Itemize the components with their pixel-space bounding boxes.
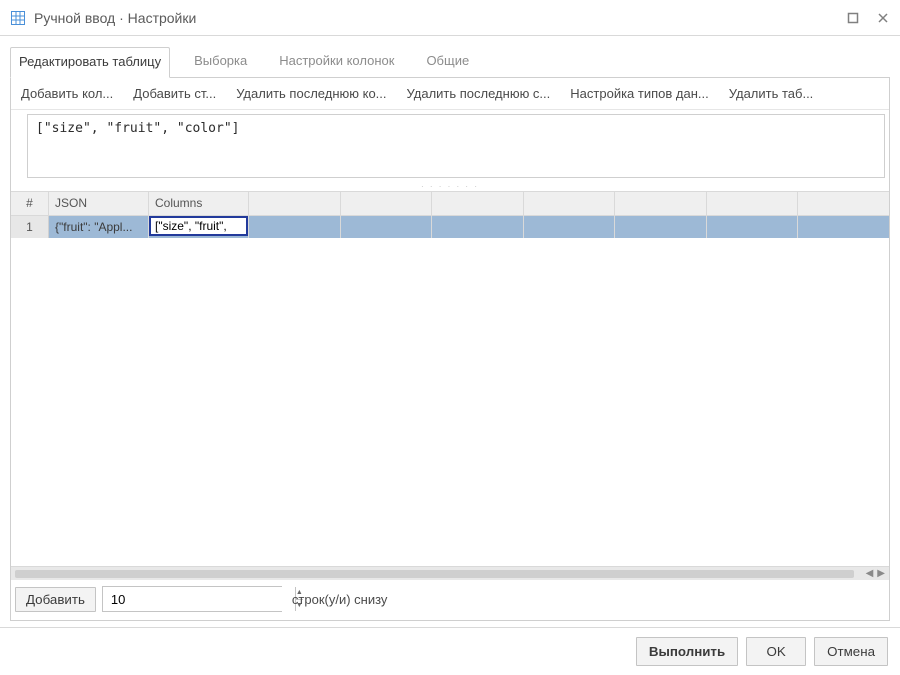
header-columns[interactable]: Columns	[149, 192, 249, 215]
delete-table-action[interactable]: Удалить таб...	[729, 86, 814, 101]
ok-button[interactable]: OK	[746, 637, 806, 666]
cell-empty[interactable]	[249, 216, 341, 238]
titlebar: Ручной ввод · Настройки	[0, 0, 900, 36]
scroll-left-icon[interactable]: ◀	[866, 568, 874, 579]
close-icon[interactable]	[874, 9, 892, 27]
header-empty[interactable]	[798, 192, 889, 215]
actionbar: Добавить кол... Добавить ст... Удалить п…	[11, 78, 889, 110]
header-empty[interactable]	[707, 192, 799, 215]
cell-json[interactable]: {"fruit": "Appl...	[49, 216, 149, 238]
cell-columns[interactable]	[149, 216, 249, 238]
json-editor[interactable]	[27, 114, 885, 178]
window-title: Ручной ввод · Настройки	[34, 10, 844, 26]
delete-last-column-action[interactable]: Удалить последнюю ко...	[236, 86, 386, 101]
scrollbar-thumb[interactable]	[15, 570, 854, 578]
header-extra-columns	[249, 192, 889, 215]
row-count-stepper[interactable]: ▲ ▼	[102, 586, 282, 612]
row-index: 1	[11, 216, 49, 238]
add-rows-button[interactable]: Добавить	[15, 587, 96, 612]
header-index[interactable]: #	[11, 192, 49, 215]
scroll-right-icon[interactable]: ▶	[877, 568, 885, 579]
cell-empty[interactable]	[707, 216, 799, 238]
add-rows-bar: Добавить ▲ ▼ строк(у/и) снизу	[11, 580, 889, 620]
tab-selection[interactable]: Выборка	[186, 47, 255, 78]
delete-last-row-action[interactable]: Удалить последнюю с...	[407, 86, 551, 101]
cancel-button[interactable]: Отмена	[814, 637, 888, 666]
tabbar: Редактировать таблицу Выборка Настройки …	[0, 36, 900, 77]
tab-general[interactable]: Общие	[418, 47, 477, 78]
table-row[interactable]: 1 {"fruit": "Appl...	[11, 216, 889, 238]
header-empty[interactable]	[341, 192, 433, 215]
row-extra-cells	[249, 216, 889, 238]
grid-body: 1 {"fruit": "Appl...	[11, 216, 889, 566]
cell-empty[interactable]	[524, 216, 616, 238]
add-rows-suffix: строк(у/и) снизу	[292, 592, 388, 607]
header-empty[interactable]	[524, 192, 616, 215]
cell-editor-input[interactable]	[149, 216, 248, 236]
header-json[interactable]: JSON	[49, 192, 149, 215]
maximize-icon[interactable]	[844, 9, 862, 27]
configure-types-action[interactable]: Настройка типов дан...	[570, 86, 708, 101]
splitter-handle[interactable]: · · · · · · ·	[11, 181, 889, 191]
cell-empty[interactable]	[615, 216, 707, 238]
cell-empty[interactable]	[341, 216, 433, 238]
tab-label: Настройки колонок	[279, 53, 394, 68]
add-row-action[interactable]: Добавить ст...	[133, 86, 216, 101]
edit-panel: Добавить кол... Добавить ст... Удалить п…	[10, 77, 890, 621]
horizontal-scrollbar[interactable]: ◀ ▶	[11, 566, 889, 580]
tab-column-settings[interactable]: Настройки колонок	[271, 47, 402, 78]
window-controls	[844, 9, 892, 27]
grid-header-row: # JSON Columns	[11, 192, 889, 216]
tab-label: Общие	[426, 53, 469, 68]
add-column-action[interactable]: Добавить кол...	[21, 86, 113, 101]
tab-label: Выборка	[194, 53, 247, 68]
run-button[interactable]: Выполнить	[636, 637, 738, 666]
cell-empty[interactable]	[432, 216, 524, 238]
header-empty[interactable]	[432, 192, 524, 215]
cell-empty[interactable]	[798, 216, 889, 238]
code-editor-wrap	[11, 110, 889, 181]
dialog-footer: Выполнить OK Отмена	[0, 627, 900, 675]
data-grid: # JSON Columns 1 {"fruit": "Appl...	[11, 191, 889, 580]
settings-dialog: Ручной ввод · Настройки Редактировать та…	[0, 0, 900, 675]
header-empty[interactable]	[249, 192, 341, 215]
tab-label: Редактировать таблицу	[19, 54, 161, 69]
table-icon	[10, 10, 26, 26]
header-empty[interactable]	[615, 192, 707, 215]
row-count-input[interactable]	[103, 587, 295, 611]
tab-edit-table[interactable]: Редактировать таблицу	[10, 47, 170, 78]
